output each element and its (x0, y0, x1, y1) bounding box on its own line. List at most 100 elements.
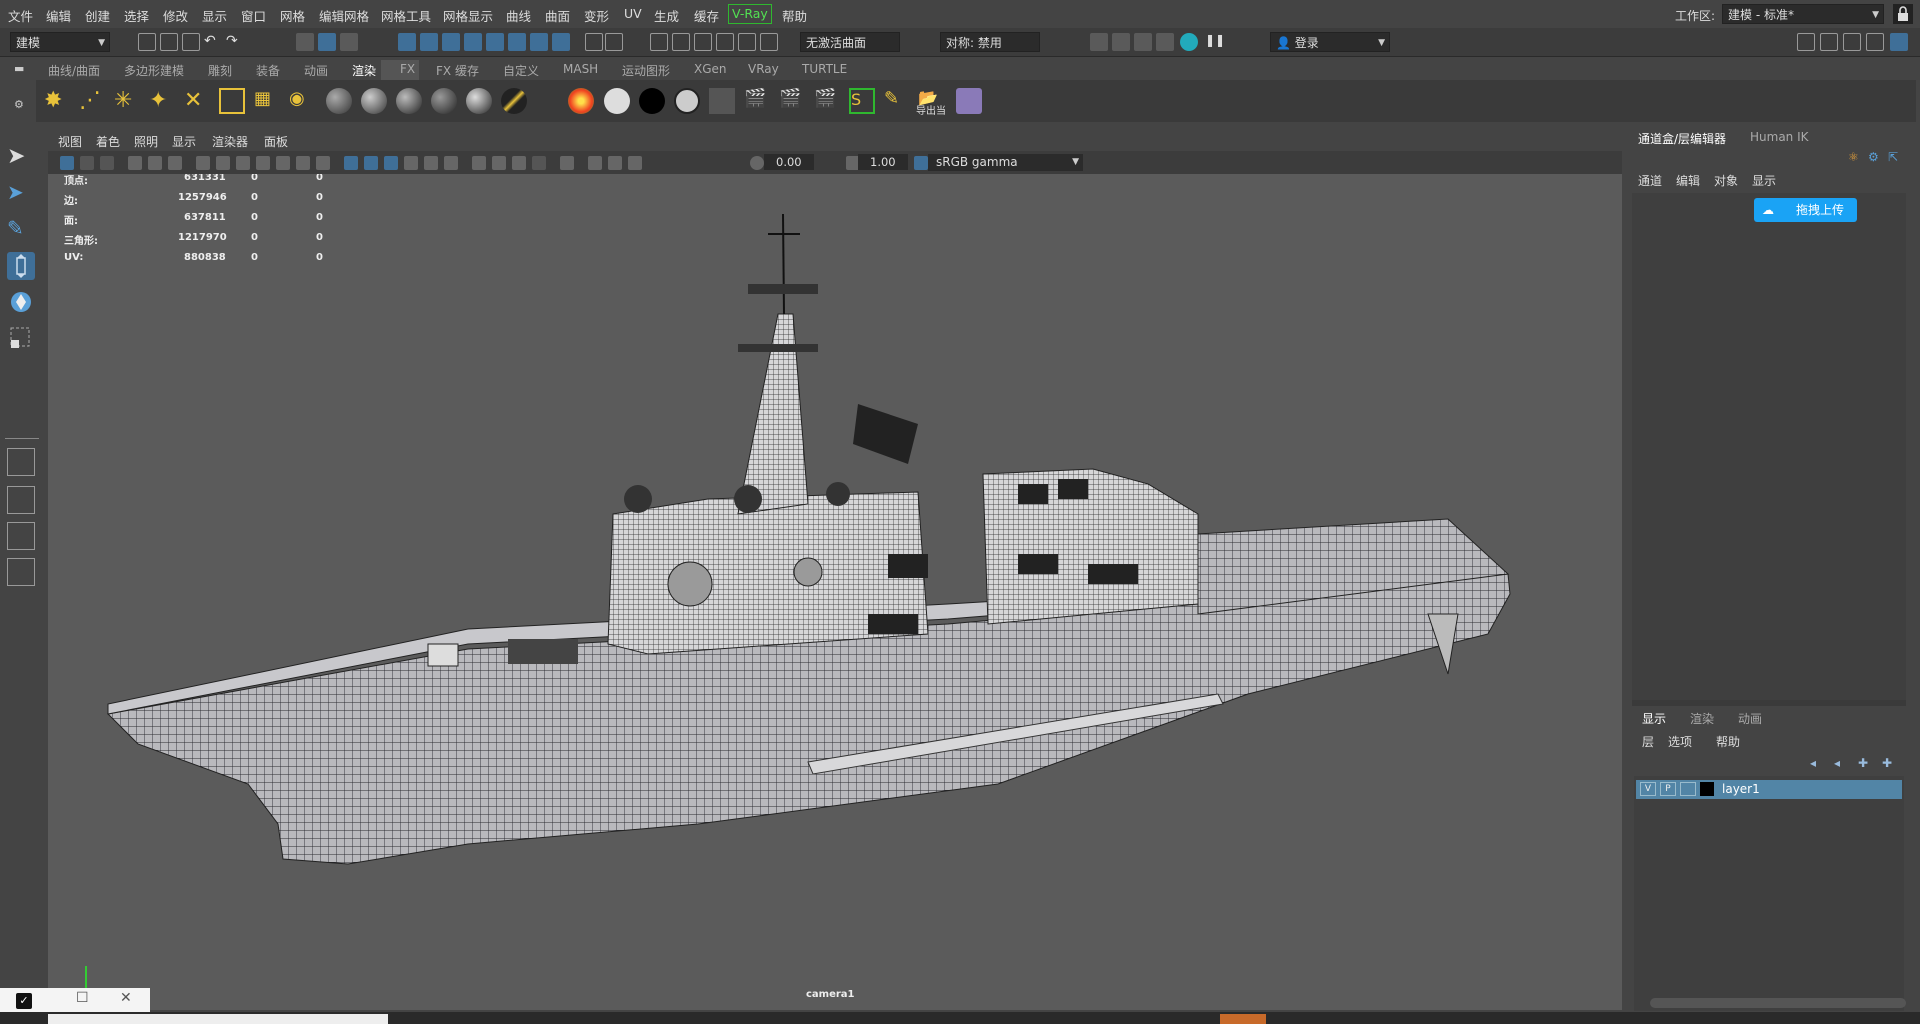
film-gate-icon[interactable] (216, 156, 230, 170)
camera-lock-icon[interactable] (80, 156, 94, 170)
white-sphere-icon[interactable] (604, 88, 630, 114)
save-scene-icon[interactable] (182, 33, 200, 51)
field-chart-icon[interactable] (276, 156, 290, 170)
menu-edit[interactable]: 编辑 (1676, 172, 1700, 189)
vp-menu-renderer[interactable]: 渲染器 (212, 133, 248, 150)
color-wheel-icon[interactable] (568, 88, 594, 114)
shadows-icon[interactable] (444, 156, 458, 170)
menu-mesh-tools[interactable]: 网格工具 (381, 6, 431, 25)
lock-icon[interactable] (585, 33, 603, 51)
construction-icon[interactable] (716, 33, 734, 51)
render-view-icon[interactable] (1156, 33, 1174, 51)
tab-rigging[interactable]: 装备 (256, 62, 280, 79)
vp-menu-panels[interactable]: 面板 (264, 133, 288, 150)
menu-deform[interactable]: 变形 (584, 6, 609, 25)
mode-select[interactable]: 建模 ▼ (10, 32, 110, 52)
color-management-icon[interactable] (914, 156, 928, 170)
gray-sphere-icon[interactable] (674, 88, 700, 114)
help-icon[interactable] (552, 33, 570, 51)
menu-object[interactable]: 对象 (1714, 172, 1738, 189)
wireframe-icon[interactable] (344, 156, 358, 170)
tab-display-layers[interactable]: 显示 (1642, 710, 1666, 727)
channel-box-icon[interactable] (1866, 33, 1884, 51)
tab-human-ik[interactable]: Human IK (1750, 130, 1809, 144)
gate-mask-icon[interactable] (256, 156, 270, 170)
depth-of-field-icon[interactable] (532, 156, 546, 170)
tab-render-layers[interactable]: 渲染 (1690, 710, 1714, 727)
lock-icon[interactable] (1893, 4, 1913, 24)
ambient-light-icon[interactable]: ✸ (44, 88, 70, 114)
menu-channels[interactable]: 通道 (1638, 172, 1662, 189)
colorspace-select[interactable]: sRGB gamma ▼ (928, 154, 1083, 171)
exposure-field[interactable]: 0.00 (764, 154, 814, 170)
menu-options[interactable]: 选项 (1668, 733, 1692, 750)
layer-visibility-toggle[interactable]: V (1640, 782, 1656, 796)
light-link-icon[interactable]: ▦ (254, 88, 280, 114)
lambert-sphere-icon[interactable] (326, 88, 352, 114)
menu-show[interactable]: 显示 (1752, 172, 1776, 189)
tab-vray[interactable]: VRay (748, 62, 779, 76)
point-light-icon[interactable]: ✳ (114, 88, 140, 114)
xray-icon[interactable] (588, 156, 602, 170)
xray-joints-icon[interactable] (608, 156, 622, 170)
menu-file[interactable]: 文件 (8, 6, 33, 25)
magnet-icon[interactable] (760, 33, 778, 51)
live-surface-field[interactable]: 无激活曲面 (800, 32, 900, 52)
outliner-view-icon[interactable] (7, 558, 35, 586)
vp-menu-show[interactable]: 显示 (172, 133, 196, 150)
layer-playback-toggle[interactable]: P (1660, 782, 1676, 796)
tab-channel-box[interactable]: 通道盒/层编辑器 (1638, 130, 1726, 147)
ramp-shader-icon[interactable] (501, 88, 527, 114)
vp-menu-shading[interactable]: 着色 (96, 133, 120, 150)
render-settings-shelf-icon[interactable]: ✎ (884, 88, 910, 114)
render-sequence-icon[interactable]: 🎬 (814, 88, 840, 114)
scale-tool-icon[interactable] (7, 324, 35, 352)
tab-sculpt[interactable]: 雕刻 (208, 62, 232, 79)
ipr-render-icon[interactable]: S (849, 88, 875, 114)
new-layer-selected-icon[interactable]: ✚ (1882, 756, 1892, 770)
render-frame-icon[interactable] (1090, 33, 1108, 51)
upload-button[interactable]: ☁ 拖拽上传 (1754, 198, 1857, 222)
modeling-toolkit-icon[interactable] (1797, 33, 1815, 51)
select-component-icon[interactable] (340, 33, 358, 51)
bookmark-icon[interactable] (100, 156, 114, 170)
two-view-icon[interactable] (7, 522, 35, 550)
select-tool-icon[interactable]: ➤ (7, 144, 35, 172)
node-icon[interactable] (738, 33, 756, 51)
smooth-shade-icon[interactable] (364, 156, 378, 170)
tab-xgen[interactable]: XGen (694, 62, 727, 76)
render-clapper-icon[interactable]: 🎬 (744, 88, 770, 114)
tab-fx-cache[interactable]: FX 缓存 (436, 62, 479, 79)
layer-display-type[interactable] (1680, 782, 1696, 796)
use-lights-icon[interactable] (424, 156, 438, 170)
open-scene-icon[interactable] (160, 33, 178, 51)
textured-icon[interactable] (404, 156, 418, 170)
menu-help[interactable]: 帮助 (1716, 733, 1740, 750)
pause-icon[interactable]: ❚❚ (1205, 33, 1225, 51)
tab-motion-graphics[interactable]: 运动图形 (622, 62, 670, 79)
menu-cache[interactable]: 缓存 (694, 6, 719, 25)
rotate-tool-icon[interactable] (7, 288, 35, 316)
workspace-select[interactable]: 建模 - 标准* ▼ (1722, 4, 1884, 24)
output-icon[interactable] (694, 33, 712, 51)
uv-editor-icon[interactable] (956, 88, 982, 114)
menu-display[interactable]: 显示 (202, 6, 227, 25)
new-scene-icon[interactable] (138, 33, 156, 51)
layer-editor-icon[interactable] (1890, 33, 1908, 51)
menu-layers[interactable]: 层 (1642, 733, 1654, 750)
select-object-icon[interactable] (318, 33, 336, 51)
wireframe-on-shaded-icon[interactable] (384, 156, 398, 170)
snap-view-icon[interactable] (464, 33, 482, 51)
menu-create[interactable]: 创建 (85, 6, 110, 25)
grid-icon[interactable] (196, 156, 210, 170)
menu-surfaces[interactable]: 曲面 (545, 6, 570, 25)
backface-icon[interactable] (628, 156, 642, 170)
attribute-editor-icon[interactable] (1820, 33, 1838, 51)
viewport-3d[interactable]: 顶点: 631331 0 0 边: 1257946 0 0 面: 637811 … (48, 174, 1622, 1010)
menu-generate[interactable]: 生成 (654, 6, 679, 25)
menu-window[interactable]: 窗口 (241, 6, 266, 25)
2d-pan-icon[interactable] (148, 156, 162, 170)
volume-light-icon[interactable] (219, 88, 245, 114)
snap-point-icon[interactable] (442, 33, 460, 51)
move-layer-up-icon[interactable]: ◂ (1810, 756, 1816, 770)
